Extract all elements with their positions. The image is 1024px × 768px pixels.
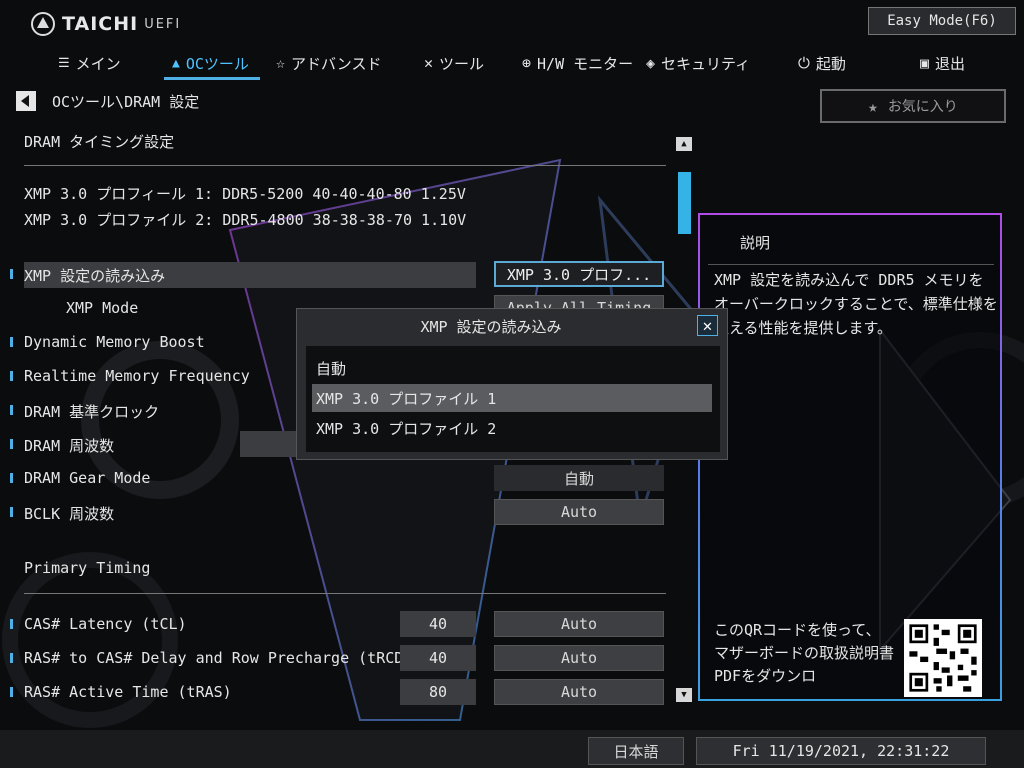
shield-icon: ◈ [646,54,656,72]
setting-label[interactable]: BCLK 周波数 [24,503,114,524]
main-nav: ☰ メイン ▲ OCツール ☆ アドバンスド ✕ ツール ⊕ H/W モニター … [0,48,1024,78]
tab-label: 起動 [815,54,846,73]
tab-tool[interactable]: ✕ ツール [424,48,484,78]
tab-label: ツール [439,54,485,73]
tab-label: メイン [75,54,121,73]
tab-hw-monitor[interactable]: ⊕ H/W モニター [522,48,633,78]
list-icon: ☰ [58,55,70,71]
back-arrow-icon [21,95,29,107]
setting-label[interactable]: DRAM 周波数 [24,435,114,456]
row-bullet [10,653,13,663]
timing-label[interactable]: RAS# Active Time (tRAS) [24,683,232,701]
tab-advanced[interactable]: ☆ アドバンスド [276,48,381,78]
dialog-title: XMP 設定の読み込み [420,318,562,336]
row-bullet [10,405,13,415]
row-bullet [10,371,13,381]
row-bullet [10,337,13,347]
setting-label[interactable]: XMP 設定の読み込み [24,265,165,286]
dialog-option-xmp-profile-2[interactable]: XMP 3.0 プロファイル 2 [312,414,712,442]
star-icon: ★ [868,96,878,116]
tab-label: H/W モニター [537,54,634,73]
exit-icon: ▣ [920,54,930,72]
back-button[interactable] [16,91,36,111]
taichi-logo: TAICHI UEFI [30,10,181,38]
rocket-icon: ▲ [172,55,180,71]
bclk-frequency-button[interactable]: Auto [494,499,664,525]
setting-label[interactable]: XMP Mode [66,299,138,317]
tab-security[interactable]: ◈ セキュリティ [646,48,750,78]
timing-value-button[interactable]: Auto [494,645,664,671]
dialog-option-xmp-profile-1[interactable]: XMP 3.0 プロファイル 1 [312,384,712,412]
tab-label: セキュリティ [661,54,751,73]
row-bullet [10,619,13,629]
timing-label[interactable]: RAS# to CAS# Delay and Row Precharge (tR… [24,649,439,667]
scroll-down-arrow-icon[interactable]: ▼ [676,688,692,702]
tab-main[interactable]: ☰ メイン [58,48,121,78]
tab-label: 退出 [935,54,966,73]
favorite-label: お気に入り [887,99,958,115]
primary-timing-title: Primary Timing [24,559,151,577]
breadcrumb: OCツール\DRAM 設定 [16,90,199,112]
load-xmp-setting-button[interactable]: XMP 3.0 プロフ... [494,261,664,287]
tab-exit[interactable]: ▣ 退出 [920,48,965,78]
row-bullet [10,507,13,517]
qr-caption: このQRコードを使って、マザーボードの取扱説明書PDFをダウンロ [714,621,895,685]
divider [24,165,666,166]
timing-value-button[interactable]: Auto [494,611,664,637]
divider [24,593,666,594]
brand-name: TAICHI [62,13,139,35]
qr-code-icon [904,619,982,697]
setting-label[interactable]: DRAM Gear Mode [24,469,150,487]
setting-label[interactable]: DRAM 基準クロック [24,401,159,422]
timing-current-value: 40 [400,645,476,671]
tab-label: OCツール [185,54,249,73]
taichi-logo-icon [31,12,55,36]
tools-icon: ✕ [424,54,434,72]
row-bullet [10,687,13,697]
dram-gear-mode-button[interactable]: 自動 [494,465,664,491]
brand-suffix: UEFI [144,16,182,32]
tab-boot[interactable]: ⏻ 起動 [798,48,846,78]
power-icon: ⏻ [798,54,810,72]
help-title: 説明 [740,234,771,252]
xmp-profile-2-info: XMP 3.0 プロファイル 2: DDR5-4800 38-38-38-70 … [24,211,467,229]
dialog-option-auto[interactable]: 自動 [312,354,712,382]
row-bullet [10,473,13,483]
crosshair-icon: ⊕ [522,54,532,72]
scroll-up-arrow-icon[interactable]: ▲ [676,137,692,151]
timing-current-value: 40 [400,611,476,637]
section-title: DRAM タイミング設定 [24,133,175,151]
setting-label[interactable]: Realtime Memory Frequency [24,367,250,385]
breadcrumb-path: OCツール\DRAM 設定 [52,92,200,111]
xmp-profile-1-info: XMP 3.0 プロフィール 1: DDR5-5200 40-40-40-80 … [24,185,466,203]
setting-label[interactable]: Dynamic Memory Boost [24,333,205,351]
timing-value-button[interactable]: Auto [494,679,664,705]
row-bullet [10,439,13,449]
datetime-display: Fri 11/19/2021, 22:31:22 [696,737,986,765]
star-icon: ☆ [276,54,286,72]
tab-oc-tweaker[interactable]: ▲ OCツール [172,48,249,78]
language-button[interactable]: 日本語 [588,737,684,765]
help-description: XMP 設定を読み込んで DDR5 メモリをオーバークロックすることで、標準仕様… [714,271,998,337]
favorite-button[interactable]: ★ お気に入り [820,89,1006,123]
easy-mode-button[interactable]: Easy Mode(F6) [868,7,1016,35]
tab-label: アドバンスド [291,54,382,73]
help-divider [708,264,994,265]
close-icon[interactable]: ✕ [697,315,718,336]
active-tab-indicator [164,77,260,80]
row-bullet [10,269,13,279]
timing-current-value: 80 [400,679,476,705]
scrollbar-thumb[interactable] [678,172,691,234]
timing-label[interactable]: CAS# Latency (tCL) [24,615,187,633]
